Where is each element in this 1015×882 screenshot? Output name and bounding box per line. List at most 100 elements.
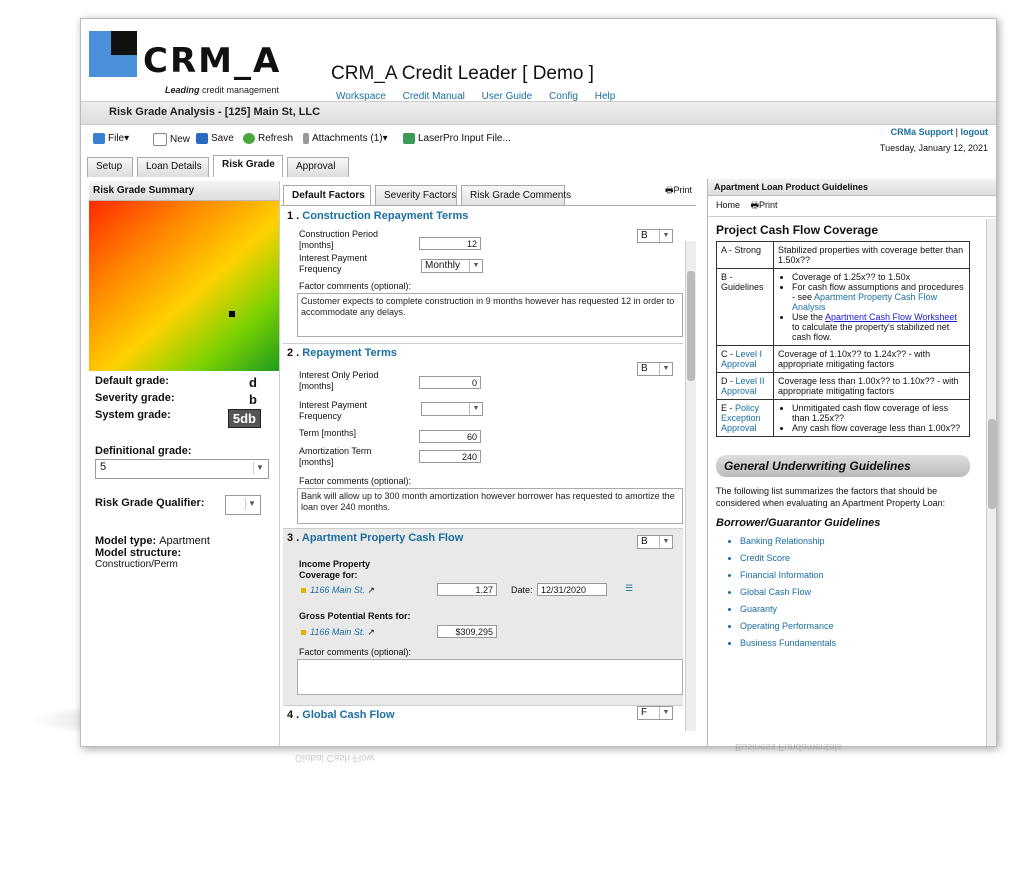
interest-frequency-label: Interest Payment Frequency <box>299 253 368 274</box>
factor-comments-textarea[interactable]: Customer expects to complete constructio… <box>297 293 683 337</box>
printer-icon: 🖶 <box>750 200 760 210</box>
construction-period-label: Construction Period [months] <box>299 229 379 250</box>
file-menu[interactable]: File▾ <box>93 133 129 144</box>
tab-loan-details[interactable]: Loan Details <box>137 157 209 177</box>
table-row: E - Policy Exception Approval Unmitigate… <box>716 399 970 437</box>
link-credit-score[interactable]: Credit Score <box>740 550 978 567</box>
factor-construction-repayment: 1 . Construction Repayment Terms B ▼ Cons… <box>283 207 683 344</box>
page-title-bar: Risk Grade Analysis - [125] Main St, LLC <box>81 101 996 125</box>
definitional-grade-select[interactable]: 5 ▼ <box>95 459 269 479</box>
gross-rents-input[interactable]: $309,295 <box>437 625 497 638</box>
app-title: CRM_A Credit Leader [ Demo ] <box>331 63 594 84</box>
comments-label: Factor comments (optional): <box>299 281 412 291</box>
tab-default-factors[interactable]: Default Factors <box>283 185 371 205</box>
toolbar: File▾ New Save Refresh Attachments (1)▾ … <box>81 125 996 153</box>
reflection-text: Business Fundamentals <box>735 741 842 752</box>
system-grade-label: System grade: <box>95 409 171 421</box>
scroll-thumb[interactable] <box>687 271 695 381</box>
reflection: Global Cash Flow Business Fundamentals <box>285 735 995 845</box>
link-global-cash-flow[interactable]: Global Cash Flow <box>740 584 978 601</box>
top-header: CRM_A Leading credit management CRM_A Cr… <box>81 19 996 102</box>
guidelines-header: Apartment Loan Product Guidelines <box>708 179 996 196</box>
attachments-button[interactable]: Attachments (1)▾ <box>303 133 388 144</box>
save-icon <box>196 133 208 144</box>
property-link[interactable]: 1166 Main St. ↗ <box>301 585 375 596</box>
factor-title: 4 . Global Cash Flow <box>287 709 395 721</box>
section-heading: General Underwriting Guidelines <box>716 455 970 477</box>
crma-logo: CRM_A Leading credit management <box>89 31 299 101</box>
factor-title: 1 . Construction Repayment Terms <box>287 210 469 222</box>
list-icon[interactable]: ☰ <box>625 583 633 594</box>
chevron-down-icon: ▼ <box>659 707 672 719</box>
factor-title: 2 . Repayment Terms <box>287 347 397 359</box>
grade-select[interactable]: B ▼ <box>637 229 673 243</box>
comments-label: Factor comments (optional): <box>299 476 412 486</box>
grade-select[interactable]: B ▼ <box>637 362 673 376</box>
chevron-down-icon: ▼ <box>659 536 672 548</box>
guidelines-content: Project Cash Flow Coverage A - Strong St… <box>708 219 986 746</box>
guidelines-scrollbar[interactable] <box>986 219 996 746</box>
tab-approval[interactable]: Approval <box>287 157 349 177</box>
factors-scrollbar[interactable] <box>685 241 696 731</box>
qualifier-label: Risk Grade Qualifier: ▼ <box>89 495 279 515</box>
laserpro-icon <box>403 133 415 144</box>
chevron-down-icon: ▼ <box>469 260 482 272</box>
link-operating-performance[interactable]: Operating Performance <box>740 618 978 635</box>
io-period-input[interactable]: 0 <box>419 376 481 389</box>
property-link[interactable]: 1166 Main St. ↗ <box>301 627 375 638</box>
logo-text: CRM_A <box>143 41 282 81</box>
interest-frequency-label: Interest Payment Frequency <box>299 400 368 421</box>
new-doc-icon <box>153 133 167 146</box>
chevron-down-icon: ▼ <box>659 230 672 242</box>
tab-setup[interactable]: Setup <box>87 157 133 177</box>
interest-frequency-select[interactable]: Monthly ▼ <box>421 259 483 273</box>
link-financial-information[interactable]: Financial Information <box>740 567 978 584</box>
tab-risk-grade-comments[interactable]: Risk Grade Comments <box>461 185 571 205</box>
factors-panel: 🖶Print Default Factors Severity Factors … <box>281 181 696 746</box>
tab-severity-factors[interactable]: Severity Factors <box>375 185 457 205</box>
coverage-date-input[interactable]: 12/31/2020 <box>537 583 607 596</box>
cash-flow-worksheet-link[interactable]: Apartment Cash Flow Worksheet <box>825 312 957 322</box>
page-title: Risk Grade Analysis - [125] Main St, LLC <box>109 106 321 118</box>
guidelines-nav: Home 🖶Print <box>708 196 996 217</box>
summary-header: Risk Grade Summary <box>89 181 279 201</box>
severity-grade-label: Severity grade: <box>95 392 175 404</box>
new-button[interactable]: New <box>153 133 190 146</box>
link-guaranty[interactable]: Guaranty <box>740 601 978 618</box>
term-input[interactable]: 60 <box>419 430 481 443</box>
risk-heatmap <box>89 201 279 371</box>
grade-select[interactable]: B ▼ <box>637 535 673 549</box>
table-row: D - Level II Approval Coverage less than… <box>716 372 970 400</box>
link-banking-relationship[interactable]: Banking Relationship <box>740 533 978 550</box>
property-bullet-icon <box>301 630 306 636</box>
refresh-button[interactable]: Refresh <box>243 133 293 144</box>
term-label: Term [months] <box>299 428 357 438</box>
factor-repayment-terms: 2 . Repayment Terms B ▼ Interest Only Per… <box>283 344 683 529</box>
tab-risk-grade[interactable]: Risk Grade <box>213 155 283 177</box>
gross-rents-label: Gross Potential Rents for: <box>299 611 411 621</box>
factor-comments-textarea[interactable]: Bank will allow up to 300 month amortiza… <box>297 488 683 524</box>
interest-frequency-select[interactable]: ▼ <box>421 402 483 416</box>
default-grade-label: Default grade: <box>95 375 169 387</box>
laserpro-button[interactable]: LaserPro Input File... <box>403 133 511 144</box>
cash-flow-analysis-link[interactable]: Apartment Property Cash Flow Analysis <box>792 292 937 312</box>
amortization-input[interactable]: 240 <box>419 450 481 463</box>
logo-tagline: Leading credit management <box>165 85 280 95</box>
link-business-fundamentals[interactable]: Business Fundamentals <box>740 635 978 652</box>
amortization-label: Amortization Term [months] <box>299 446 372 467</box>
guidelines-home-link[interactable]: Home <box>716 200 740 210</box>
scroll-thumb[interactable] <box>988 419 996 509</box>
save-button[interactable]: Save <box>196 133 234 144</box>
definitional-grade-value: 5 <box>100 461 107 473</box>
guidelines-print-button[interactable]: 🖶Print <box>751 200 778 210</box>
coverage-table: A - Strong Stabilized properties with co… <box>716 241 970 437</box>
heatmap-marker <box>229 311 235 317</box>
qualifier-select[interactable]: ▼ <box>225 495 261 515</box>
guidelines-panel: Apartment Loan Product Guidelines Home 🖶… <box>707 179 996 746</box>
coverage-input[interactable]: 1.27 <box>437 583 497 596</box>
grade-select[interactable]: F ▼ <box>637 706 673 720</box>
chevron-down-icon: ▼ <box>253 462 266 474</box>
construction-period-input[interactable]: 12 <box>419 237 481 250</box>
default-grade-value: d <box>249 375 257 390</box>
factor-comments-textarea[interactable] <box>297 659 683 695</box>
